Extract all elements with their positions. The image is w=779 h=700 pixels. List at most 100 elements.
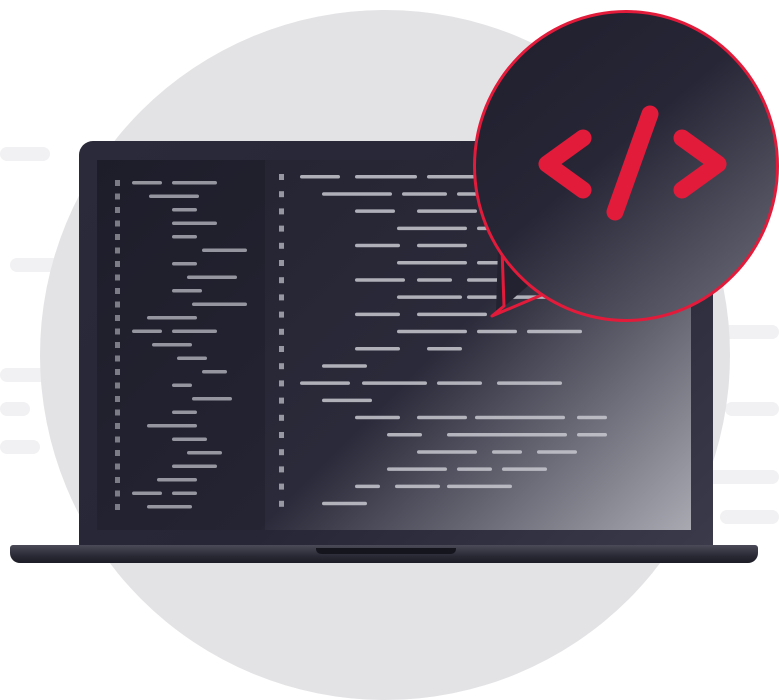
line-marker: [279, 191, 284, 198]
line-marker: [115, 423, 120, 429]
line-marker: [115, 261, 120, 267]
code-line: [172, 437, 207, 441]
line-marker: [279, 466, 284, 473]
line-marker: [115, 436, 120, 443]
code-line: [300, 175, 340, 179]
code-line: [147, 424, 197, 428]
line-marker: [279, 397, 284, 404]
code-line: [152, 343, 192, 347]
line-marker: [115, 477, 120, 483]
code-line: [172, 464, 217, 468]
line-marker: [115, 355, 120, 362]
code-line: [132, 329, 162, 333]
code-line: [417, 243, 467, 248]
code-line: [172, 208, 197, 212]
laptop-notch: [316, 548, 456, 554]
code-line: [355, 347, 400, 351]
code-line: [157, 478, 197, 482]
line-marker: [115, 220, 120, 227]
line-marker: [279, 380, 284, 387]
code-line: [149, 194, 199, 198]
line-marker: [115, 315, 120, 321]
code-line: [187, 275, 237, 279]
code-line: [322, 501, 367, 506]
line-marker: [279, 500, 284, 507]
code-line: [437, 381, 482, 385]
code-line: [172, 221, 217, 225]
code-line: [577, 415, 607, 420]
code-line: [192, 302, 247, 306]
code-line: [355, 209, 395, 213]
code-line: [355, 312, 400, 317]
code-line: [177, 356, 207, 360]
code-line: [172, 491, 197, 495]
line-marker: [115, 369, 120, 375]
code-line: [300, 381, 350, 385]
line-marker: [279, 449, 284, 456]
line-marker: [279, 363, 284, 370]
code-line: [147, 505, 192, 509]
code-line: [477, 329, 517, 334]
code-line: [322, 398, 372, 403]
code-line: [475, 415, 565, 420]
code-line: [172, 383, 192, 387]
line-marker: [115, 193, 120, 200]
code-line: [417, 209, 477, 213]
code-line: [417, 415, 467, 420]
code-line: [387, 433, 422, 437]
line-marker: [279, 277, 284, 284]
code-icon: [538, 105, 727, 221]
background-streak: [0, 402, 30, 416]
code-line: [497, 381, 562, 385]
code-line: [192, 397, 232, 401]
code-line: [457, 467, 492, 471]
code-line: [132, 181, 162, 185]
line-marker: [279, 242, 284, 249]
code-line: [202, 248, 247, 252]
code-line: [322, 364, 367, 368]
code-line: [355, 175, 417, 179]
line-marker: [115, 234, 120, 240]
code-line: [355, 243, 400, 248]
code-line: [417, 312, 487, 317]
code-line: [492, 450, 522, 454]
line-marker: [115, 463, 120, 470]
line-marker: [115, 504, 120, 510]
code-line: [355, 278, 405, 282]
line-marker: [279, 346, 284, 352]
line-marker: [279, 225, 284, 232]
code-line: [447, 433, 567, 437]
line-marker: [115, 301, 120, 308]
code-line: [537, 450, 577, 454]
code-line: [172, 329, 217, 333]
line-marker: [115, 288, 120, 294]
code-line: [427, 347, 462, 351]
line-marker: [115, 450, 120, 456]
code-line: [397, 261, 467, 265]
line-marker: [279, 432, 284, 438]
code-line: [355, 415, 400, 420]
line-marker: [279, 311, 284, 318]
code-line: [402, 192, 447, 196]
code-line: [172, 235, 197, 239]
line-marker: [115, 490, 120, 497]
code-line: [187, 451, 222, 455]
code-line: [447, 484, 512, 489]
background-streak: [0, 440, 40, 454]
code-line: [417, 278, 452, 282]
code-line: [397, 226, 467, 231]
code-line: [147, 316, 197, 320]
code-line: [362, 381, 427, 385]
code-line: [387, 467, 447, 471]
line-marker: [279, 174, 284, 180]
code-line: [397, 295, 462, 299]
line-marker: [115, 382, 120, 389]
line-marker: [115, 274, 120, 281]
code-line: [577, 433, 607, 437]
code-line: [502, 467, 547, 471]
code-line: [355, 484, 380, 489]
line-marker: [115, 180, 120, 186]
code-line: [172, 262, 197, 266]
code-line: [172, 410, 197, 414]
line-marker: [115, 328, 120, 335]
